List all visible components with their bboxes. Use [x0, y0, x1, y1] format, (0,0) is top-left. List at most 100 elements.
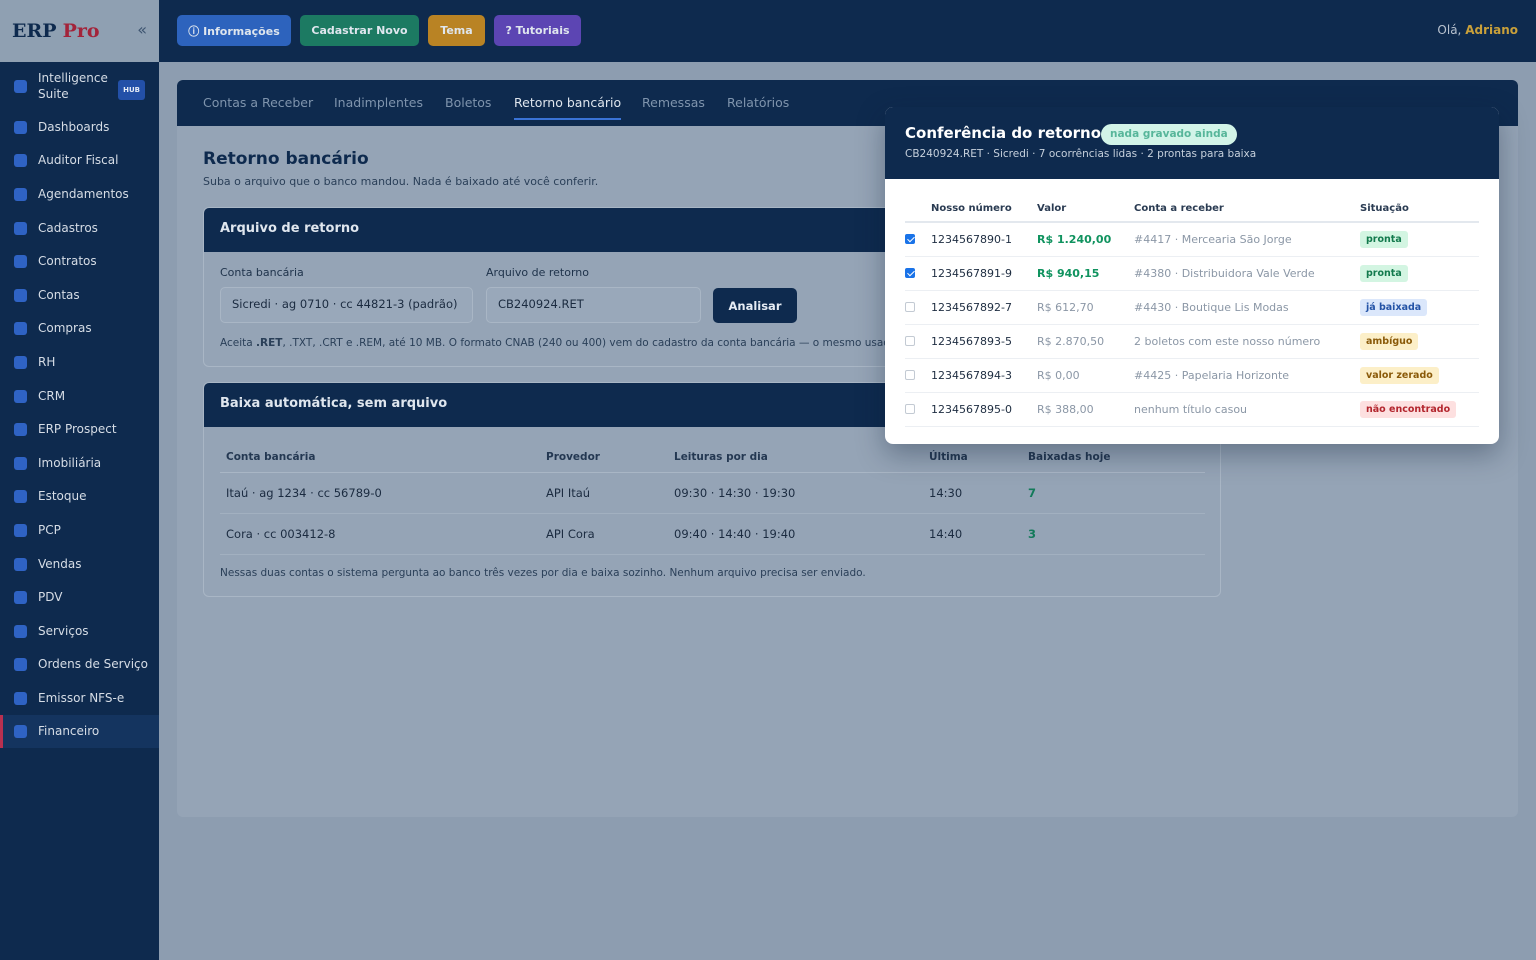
module-icon: [14, 80, 27, 93]
collapse-sidebar-icon[interactable]: «: [137, 20, 147, 39]
tab-contas-a-receber[interactable]: Contas a Receber: [203, 95, 313, 110]
row-checkbox[interactable]: [905, 233, 915, 244]
cell-situacao: ambíguo: [1360, 324, 1479, 359]
sidebar-item-label: PDV: [38, 590, 63, 605]
module-icon: [14, 523, 27, 537]
cell-valor: R$ 1.240,00: [1037, 222, 1134, 257]
cell-nosso-numero: 1234567893-5: [931, 324, 1037, 359]
cell-valor: R$ 0,00: [1037, 358, 1134, 393]
sidebar-item-contas[interactable]: Contas: [0, 278, 159, 312]
row-checkbox[interactable]: [905, 403, 915, 414]
cell-conta-receber: 2 boletos com este nosso número: [1134, 324, 1360, 359]
sidebar-item-label: ERP Prospect: [38, 422, 117, 437]
cell-valor: R$ 388,00: [1037, 392, 1134, 427]
row-checkbox[interactable]: [905, 335, 915, 346]
tab-remessas[interactable]: Remessas: [642, 95, 705, 110]
status-pill: ambíguo: [1360, 332, 1419, 350]
sidebar-item-intelligence-suite[interactable]: Intelligence Suite HUB: [0, 62, 159, 110]
module-icon: [14, 154, 27, 168]
sidebar: ERP Pro « Intelligence Suite HUB Dashboard…: [0, 0, 159, 960]
row-select-cell: [905, 256, 931, 291]
tab-boletos[interactable]: Boletos: [445, 95, 491, 110]
sidebar-item-erp-prospect[interactable]: ERP Prospect: [0, 412, 159, 446]
module-icon: [14, 187, 27, 201]
top-bar: ⓘ Informações Cadastrar Novo Tema ? Tuto…: [159, 0, 1536, 62]
col-conta-receber: Conta a receber: [1134, 195, 1360, 223]
modal-subtitle: CB240924.RET · Sicredi · 7 ocorrências l…: [905, 148, 1257, 160]
hint-bold: .RET: [256, 337, 283, 349]
row-checkbox[interactable]: [905, 301, 915, 312]
sidebar-item-financeiro[interactable]: Financeiro: [0, 714, 159, 749]
sidebar-item-label: RH: [38, 354, 56, 369]
sidebar-item-pdv[interactable]: PDV: [0, 580, 159, 614]
user-name[interactable]: Adriano: [1465, 23, 1518, 37]
account-label: Conta bancária: [220, 266, 304, 279]
tema-button[interactable]: Tema: [428, 15, 485, 46]
sidebar-item-contratos[interactable]: Contratos: [0, 244, 159, 278]
cell-conta: Itaú · ag 1234 · cc 56789-0: [220, 472, 540, 514]
table-row: 1234567893-5 R$ 2.870,50 2 boletos com est…: [905, 324, 1479, 359]
auto-table: Conta bancária Provedor Leituras por dia…: [220, 443, 1205, 555]
sidebar-item-agendamentos[interactable]: Agendamentos: [0, 177, 159, 211]
modal-title: Conferência do retorno: [905, 124, 1102, 142]
tab-inadimplentes[interactable]: Inadimplentes: [334, 95, 423, 110]
row-checkbox[interactable]: [905, 267, 915, 278]
cell-conta: Cora · cc 003412-8: [220, 513, 540, 555]
sidebar-item-pcp[interactable]: PCP: [0, 513, 159, 547]
col-select: [905, 195, 931, 223]
sidebar-item-label: Contas: [38, 287, 80, 302]
sidebar-item-crm[interactable]: CRM: [0, 379, 159, 413]
conferencia-table: Nosso número Valor Conta a receber Situa…: [905, 195, 1479, 427]
sidebar-item-auditor-fiscal[interactable]: Auditor Fiscal: [0, 144, 159, 178]
module-icon: [14, 355, 27, 369]
upload-hint: Aceita .RET, .TXT, .CRT e .REM, até 10 M…: [220, 337, 896, 349]
analisar-button[interactable]: Analisar: [713, 288, 797, 323]
conferencia-modal: Conferência do retorno nada gravado aind…: [885, 107, 1499, 444]
auto-table-header: Conta bancária Provedor Leituras por dia…: [220, 443, 1205, 473]
col-valor: Valor: [1037, 195, 1134, 223]
sidebar-item-imobili-ria[interactable]: Imobiliária: [0, 446, 159, 480]
sidebar-item-label: CRM: [38, 388, 66, 403]
sidebar-item-vendas[interactable]: Vendas: [0, 547, 159, 581]
cell-baixadas: 3: [1022, 513, 1205, 555]
cell-provedor: API Itaú: [540, 472, 668, 514]
sidebar-item-servi-os[interactable]: Serviços: [0, 614, 159, 648]
module-icon: [14, 725, 27, 739]
sidebar-item-cadastros[interactable]: Cadastros: [0, 211, 159, 245]
module-icon: [14, 490, 27, 504]
tutoriais-button[interactable]: ? Tutoriais: [494, 15, 581, 46]
tab-retorno-bancario[interactable]: Retorno bancário: [514, 95, 622, 120]
module-icon: [14, 423, 27, 437]
sidebar-item-estoque[interactable]: Estoque: [0, 480, 159, 514]
conferencia-table-header: Nosso número Valor Conta a receber Situa…: [905, 195, 1479, 223]
col-ultima: Última: [923, 443, 1022, 473]
cell-situacao: pronta: [1360, 222, 1479, 257]
row-select-cell: [905, 222, 931, 257]
table-row: Cora · cc 003412-8 API Cora 09:40 · 14:4…: [220, 513, 1205, 555]
file-input[interactable]: CB240924.RET: [486, 287, 701, 323]
sidebar-item-dashboards[interactable]: Dashboards: [0, 110, 159, 144]
cell-valor: R$ 940,15: [1037, 256, 1134, 291]
module-icon: [14, 456, 27, 470]
sidebar-item-label: PCP: [38, 522, 61, 537]
module-icon: [14, 288, 27, 302]
tab-relatorios[interactable]: Relatórios: [727, 95, 789, 110]
cell-leituras: 09:30 · 14:30 · 19:30: [668, 472, 923, 514]
cell-provedor: API Cora: [540, 513, 668, 555]
module-icon: [14, 221, 27, 235]
greeting-text: Olá,: [1437, 23, 1462, 37]
cadastrar-novo-button[interactable]: Cadastrar Novo: [300, 15, 419, 46]
sidebar-item-label: Dashboards: [38, 119, 110, 134]
brand-name: ERP: [12, 20, 57, 42]
sidebar-item-compras[interactable]: Compras: [0, 312, 159, 346]
row-select-cell: [905, 392, 931, 427]
row-checkbox[interactable]: [905, 369, 915, 380]
col-nosso-numero: Nosso número: [931, 195, 1037, 223]
account-select[interactable]: Sicredi · ag 0710 · cc 44821-3 (padrão): [220, 287, 473, 323]
cell-baixadas: 7: [1022, 472, 1205, 514]
sidebar-item-label: Compras: [38, 321, 92, 336]
sidebar-item-rh[interactable]: RH: [0, 345, 159, 379]
info-button[interactable]: ⓘ Informações: [177, 15, 291, 46]
sidebar-item-emissor-nfs-e[interactable]: Emissor NFS-e: [0, 681, 159, 715]
sidebar-item-ordens-de-servi-o[interactable]: Ordens de Serviço: [0, 648, 159, 682]
